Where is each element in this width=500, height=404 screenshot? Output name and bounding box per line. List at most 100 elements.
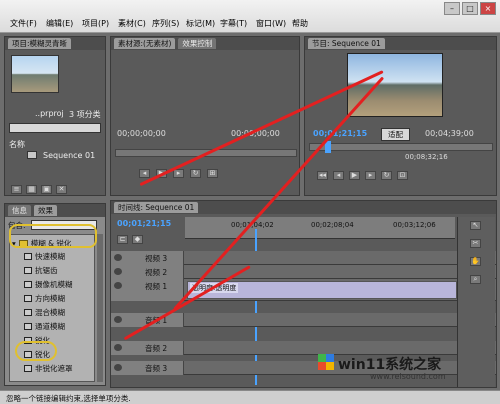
effect-label: 抗锯齿 [35,266,58,275]
program-ruler-label: 00;08;32;16 [405,153,448,161]
icon-view-icon[interactable]: ▦ [26,185,37,194]
menu-title[interactable]: 字幕(T) [220,18,247,29]
step-forward-icon[interactable]: ▸ [365,171,376,180]
effects-scrollbar[interactable] [97,234,103,382]
loop-icon[interactable]: ↻ [190,169,201,178]
track-header[interactable]: 音频 2 [111,341,184,355]
menubar: – □ × 文件(F) 编辑(E) 项目(P) 素材(C) 序列(S) 标记(M… [0,0,500,33]
sequence-icon [27,151,37,159]
effect-item[interactable]: 混合模糊 [24,307,65,318]
program-monitor: 节目: Sequence 01 00;01;21;15 适配 00;04;39;… [304,36,497,196]
menu-file[interactable]: 文件(F) [10,18,37,29]
video-clip[interactable]: 透明度:透明度 [187,281,457,299]
menu-clip[interactable]: 素材(C) [118,18,146,29]
status-bar: 忽略一个链接编辑约束,选择单项分类. [0,390,500,404]
snap-icon[interactable]: ⊏ [117,235,128,244]
track-name: 音频 3 [145,364,168,373]
effect-item[interactable]: 摄像机模糊 [24,279,73,290]
menu-help[interactable]: 帮助 [292,18,308,29]
step-back-icon[interactable]: ◂ [139,169,150,178]
project-toolbar: ≡ ▦ ▣ ✕ [11,185,67,194]
track-header[interactable]: 视频 3 [111,251,184,265]
menu-edit[interactable]: 编辑(E) [46,18,73,29]
effect-item[interactable]: 非锐化遮罩 [24,363,73,374]
track-header[interactable]: 音频 3 [111,361,184,375]
effect-icon [24,281,32,288]
eye-icon[interactable] [114,282,122,289]
program-timecode: 00;01;21;15 [313,129,368,138]
sequence-item[interactable]: Sequence 01 [43,151,95,160]
speaker-icon[interactable] [114,364,122,371]
watermark-url: www.relsound.com [370,372,446,381]
effect-icon [24,295,32,302]
tab-project[interactable]: 项目:模糊灵青晰 [8,38,72,49]
speaker-icon[interactable] [114,344,122,351]
tab-timeline[interactable]: 时间线: Sequence 01 [114,202,199,213]
export-frame-icon[interactable]: ⊡ [397,171,408,180]
name-column-header: 名称 [9,140,25,149]
eye-icon[interactable] [114,254,122,261]
list-view-icon[interactable]: ≡ [11,185,22,194]
effect-item[interactable]: 方向模糊 [24,293,65,304]
close-button[interactable]: × [480,2,496,15]
tab-source[interactable]: 素材源:(无素材) [114,38,176,49]
rewind-icon[interactable]: ◂◂ [317,171,328,180]
effect-item[interactable]: 抗锯齿 [24,265,58,276]
fit-dropdown[interactable]: 适配 [381,128,410,141]
eye-icon[interactable] [114,268,122,275]
marker-icon[interactable]: ◆ [132,235,143,244]
tools-strip: ↖ ✂ ✋ ⌕ [457,217,495,387]
program-video-frame [347,53,443,117]
track-header[interactable]: 视频 1 [111,279,184,301]
effect-icon [24,253,32,260]
timeline-timecode: 00;01;21;15 [117,219,172,228]
insert-icon[interactable]: ⊞ [207,169,218,178]
effect-label: 摄像机模糊 [35,280,73,289]
new-bin-icon[interactable]: ▣ [41,185,52,194]
track-audio-1: 音频 1 [111,313,496,327]
step-forward-icon[interactable]: ▸ [173,169,184,178]
project-filename: ..prproj [35,109,64,118]
tab-info[interactable]: 信息 [8,205,31,216]
menu-marker[interactable]: 标记(M) [186,18,215,29]
play-icon[interactable]: ▶ [349,171,360,180]
tab-program[interactable]: 节目: Sequence 01 [308,38,385,49]
delete-icon[interactable]: ✕ [56,185,67,194]
status-text: 忽略一个链接编辑约束,选择单项分类. [6,394,131,403]
selection-tool-icon[interactable]: ↖ [470,221,481,230]
maximize-button[interactable]: □ [462,2,478,15]
menu-sequence[interactable]: 序列(S) [152,18,179,29]
track-video-3: 视频 3 [111,251,496,265]
tab-effect-controls[interactable]: 效果控制 [178,38,217,49]
program-duration: 00;04;39;00 [425,129,474,138]
watermark-text: win11系统之家 [338,357,442,373]
project-thumbnail [11,55,59,93]
tab-effects[interactable]: 效果 [34,205,57,216]
zoom-tool-icon[interactable]: ⌕ [470,275,481,284]
track-video-2: 视频 2 [111,265,496,279]
loop-icon[interactable]: ↻ [381,171,392,180]
program-transport: ◂◂ ◂ ▶ ▸ ↻ ⊡ [317,171,408,180]
ruler-tick-label: 00;03;12;06 [393,221,436,229]
sharpen-highlight-ring [15,341,57,361]
effect-label: 快速模糊 [35,252,65,261]
effect-icon [24,323,32,330]
minimize-button[interactable]: – [444,2,460,15]
project-search-field[interactable] [9,123,101,133]
track-audio-2: 音频 2 [111,341,496,355]
effect-item[interactable]: 快速模糊 [24,251,65,262]
menu-project[interactable]: 项目(P) [82,18,109,29]
program-scrubber[interactable] [309,143,493,151]
menu-window[interactable]: 窗口(W) [256,18,286,29]
track-header[interactable]: 视频 2 [111,265,184,279]
step-back-icon[interactable]: ◂ [333,171,344,180]
project-panel: 项目:模糊灵青晰 ..prproj 3 项分类 名称 Sequence 01 ≡… [4,36,106,196]
speaker-icon[interactable] [114,316,122,323]
razor-tool-icon[interactable]: ✂ [470,239,481,248]
timeline-toolbar: ⊏ ◆ [117,235,143,244]
effect-icon [24,267,32,274]
effect-item[interactable]: 通道模糊 [24,321,65,332]
effects-panel: 信息 效果 包含: ▾ 模糊 & 锐化 快速模糊 抗锯齿 摄像机模糊 方向模糊 混… [4,203,106,386]
folder-highlight-ring [9,224,97,248]
hand-tool-icon[interactable]: ✋ [470,257,481,266]
